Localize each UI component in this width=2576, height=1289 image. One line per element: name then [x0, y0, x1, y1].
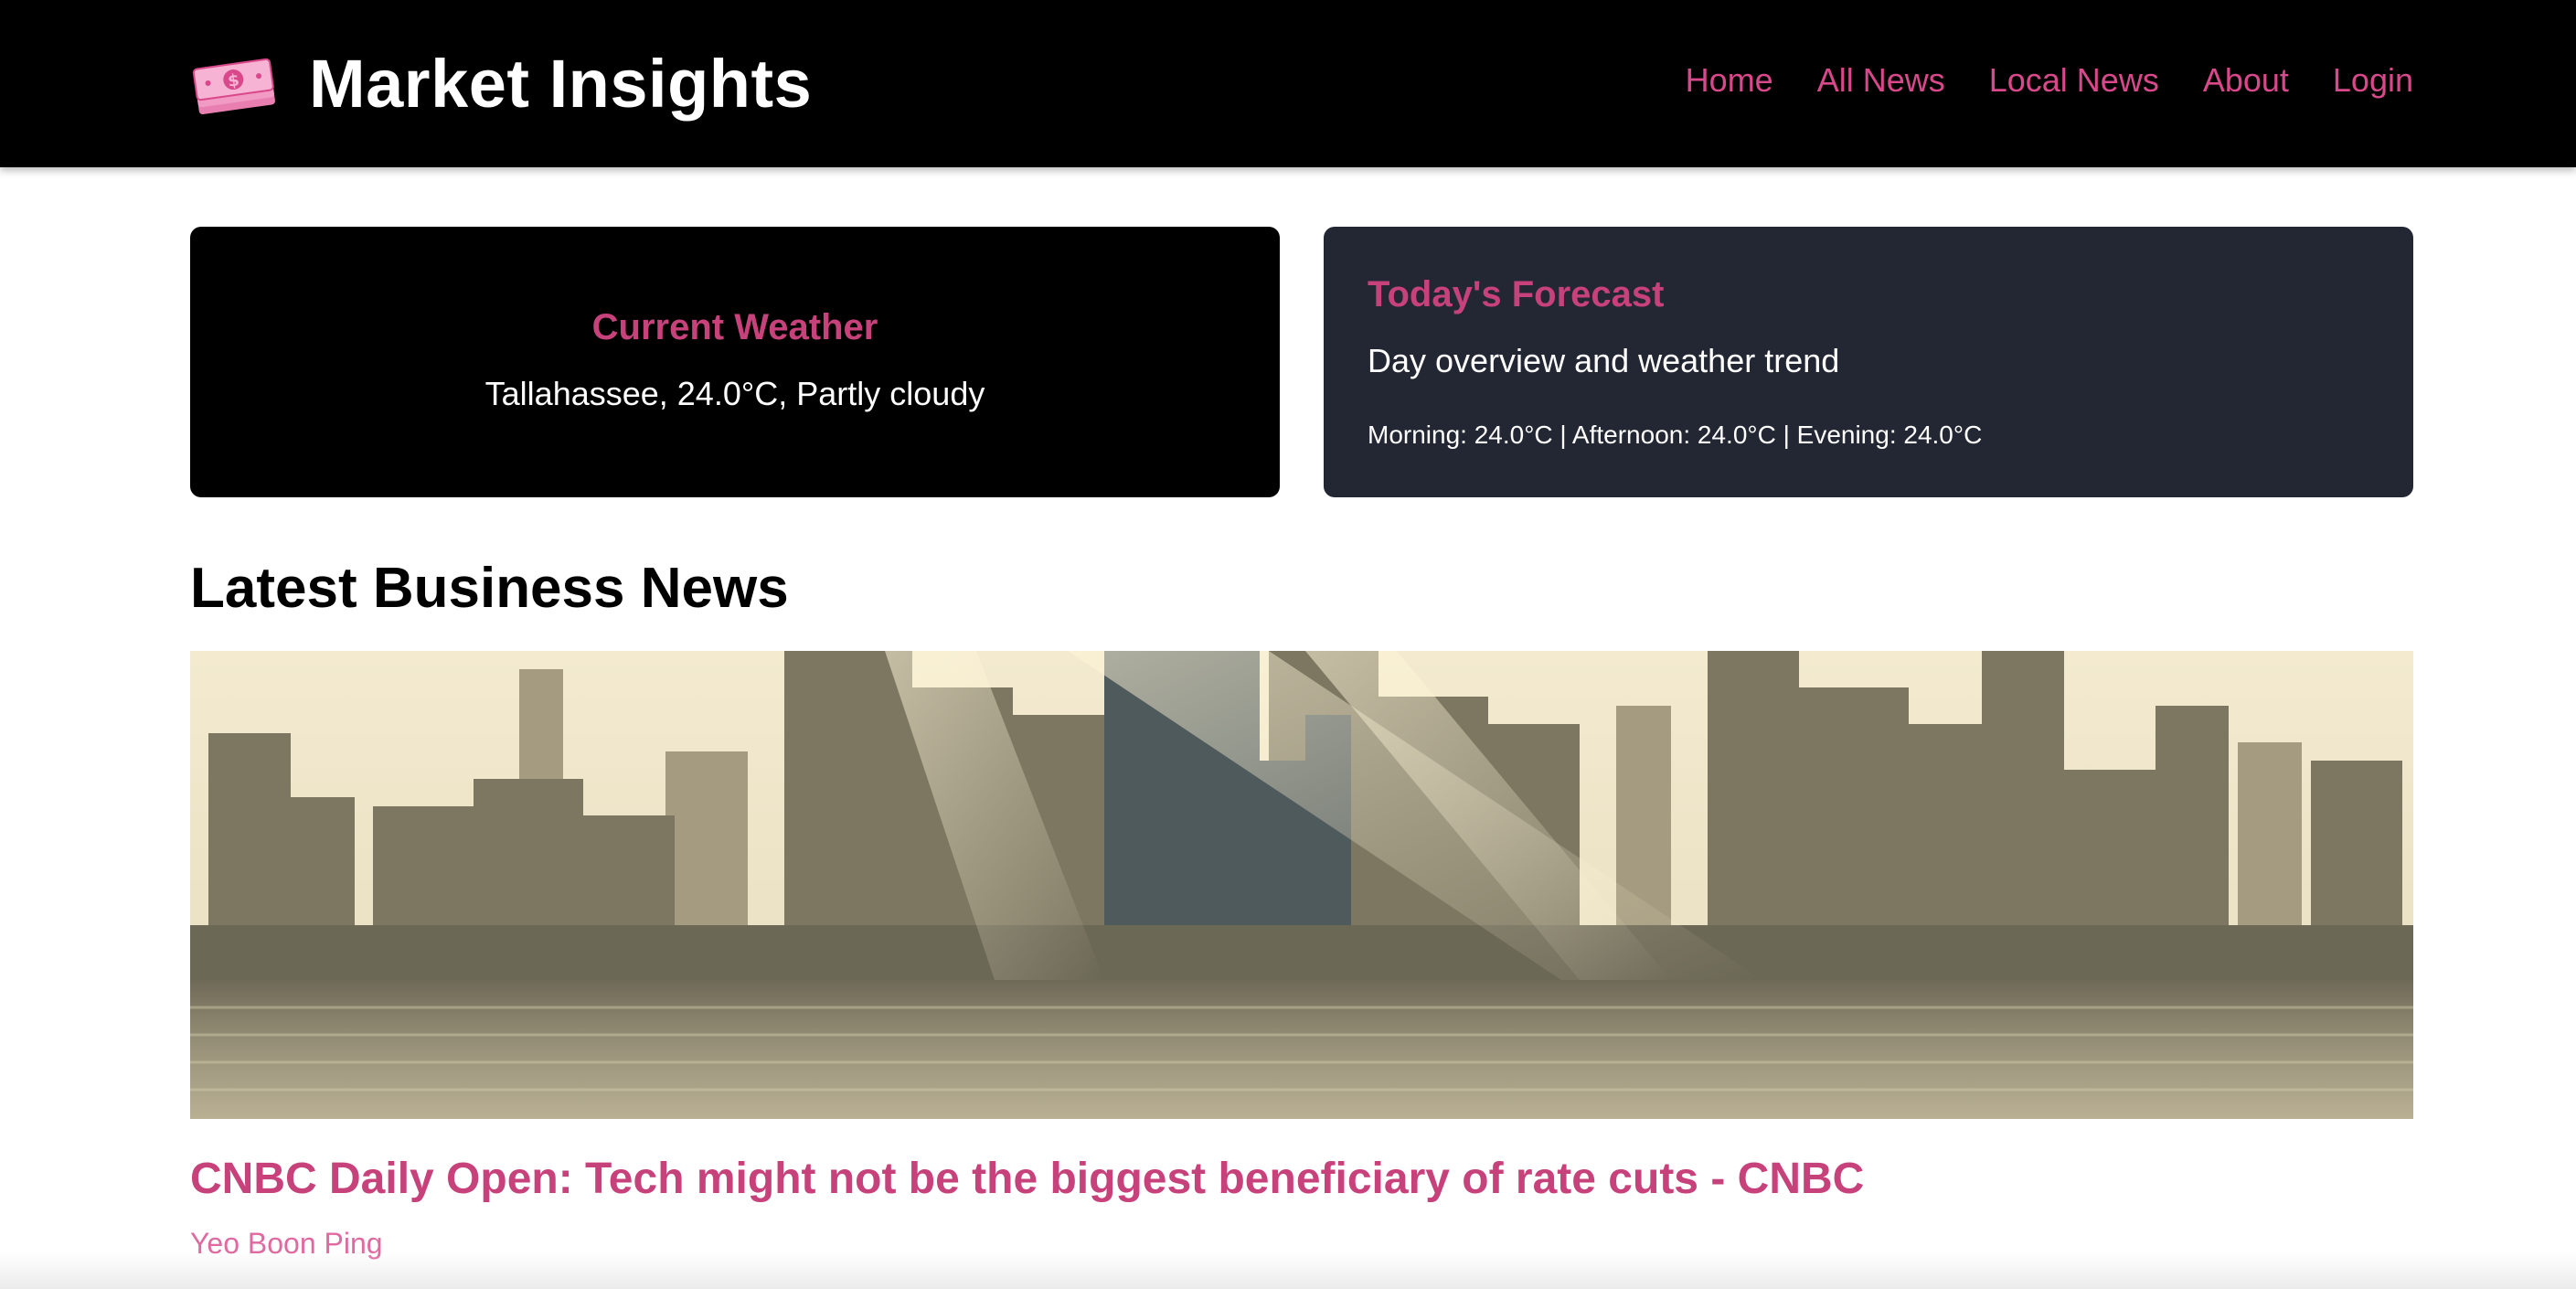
site-header: $ Market Insights Home All News Local Ne…	[0, 0, 2576, 167]
current-weather-title: Current Weather	[591, 307, 878, 347]
nav-about[interactable]: About	[2203, 61, 2289, 100]
forecast-title: Today's Forecast	[1368, 274, 1665, 314]
nav-local-news[interactable]: Local News	[1989, 61, 2159, 100]
bottom-shade	[0, 1252, 2576, 1289]
current-weather-card: Current Weather Tallahassee, 24.0°C, Par…	[190, 227, 1280, 497]
nav-all-news[interactable]: All News	[1817, 61, 1945, 100]
money-icon: $	[192, 58, 275, 114]
news-section-heading: Latest Business News	[190, 557, 789, 620]
forecast-detail: Morning: 24.0°C | Afternoon: 24.0°C | Ev…	[1368, 421, 1983, 449]
main-nav: Home All News Local News About Login	[1686, 0, 2413, 161]
forecast-card: Today's Forecast Day overview and weathe…	[1324, 227, 2413, 497]
current-weather-text: Tallahassee, 24.0°C, Partly cloudy	[484, 375, 985, 412]
site-title: Market Insights	[309, 46, 813, 122]
article-title-link[interactable]: CNBC Daily Open: Tech might not be the b…	[190, 1154, 1864, 1204]
nav-login[interactable]: Login	[2333, 61, 2413, 100]
forecast-subtitle: Day overview and weather trend	[1368, 342, 1840, 379]
article-image[interactable]	[190, 651, 2413, 1119]
brand[interactable]: $ Market Insights	[190, 0, 812, 167]
nav-home[interactable]: Home	[1686, 61, 1773, 100]
